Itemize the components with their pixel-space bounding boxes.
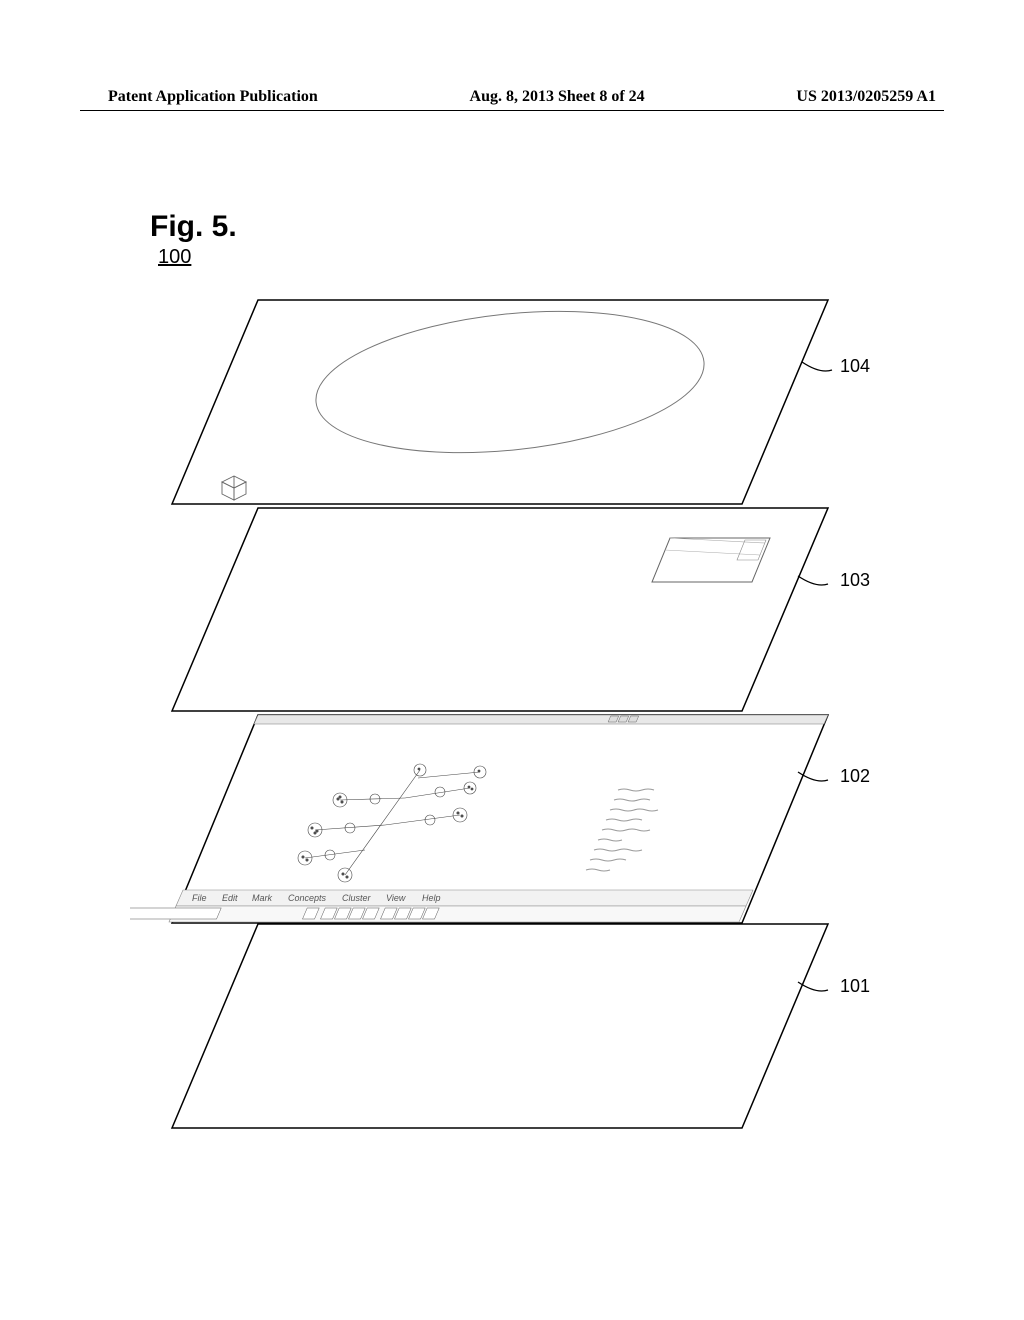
header-date-sheet: Aug. 8, 2013 Sheet 8 of 24 xyxy=(470,88,645,106)
layer-103 xyxy=(172,508,828,711)
ref-101: 101 xyxy=(840,976,870,997)
layer-104 xyxy=(172,294,828,504)
cluster-graphic xyxy=(298,764,486,882)
layer-101 xyxy=(172,924,828,1128)
window-controls xyxy=(608,716,639,722)
layer-102: File Edit Mark Concepts Cluster View Hel… xyxy=(130,715,828,923)
header-patent-number: US 2013/0205259 A1 xyxy=(796,88,936,106)
list-panel xyxy=(586,789,658,871)
menu-mark: Mark xyxy=(252,893,272,903)
menu-concepts: Concepts xyxy=(288,893,327,903)
exploded-layers-diagram: File Edit Mark Concepts Cluster View Hel… xyxy=(130,270,900,1140)
compass-cube-icon xyxy=(222,476,246,500)
menu-help: Help xyxy=(422,893,441,903)
header-rule xyxy=(80,110,944,111)
menu-edit: Edit xyxy=(222,893,238,903)
figure-number: 100 xyxy=(158,246,237,269)
header-publication: Patent Application Publication xyxy=(108,88,318,106)
menu-cluster: Cluster xyxy=(342,893,372,903)
menu-file: File xyxy=(192,893,207,903)
menubar: File Edit Mark Concepts Cluster View Hel… xyxy=(176,890,753,906)
toolbar xyxy=(130,906,746,922)
ref-102: 102 xyxy=(840,766,870,787)
ref-104: 104 xyxy=(840,356,870,377)
hud-panel xyxy=(652,538,770,582)
ref-103: 103 xyxy=(840,570,870,591)
menu-view: View xyxy=(386,893,406,903)
figure-label: Fig. 5. xyxy=(150,210,237,244)
